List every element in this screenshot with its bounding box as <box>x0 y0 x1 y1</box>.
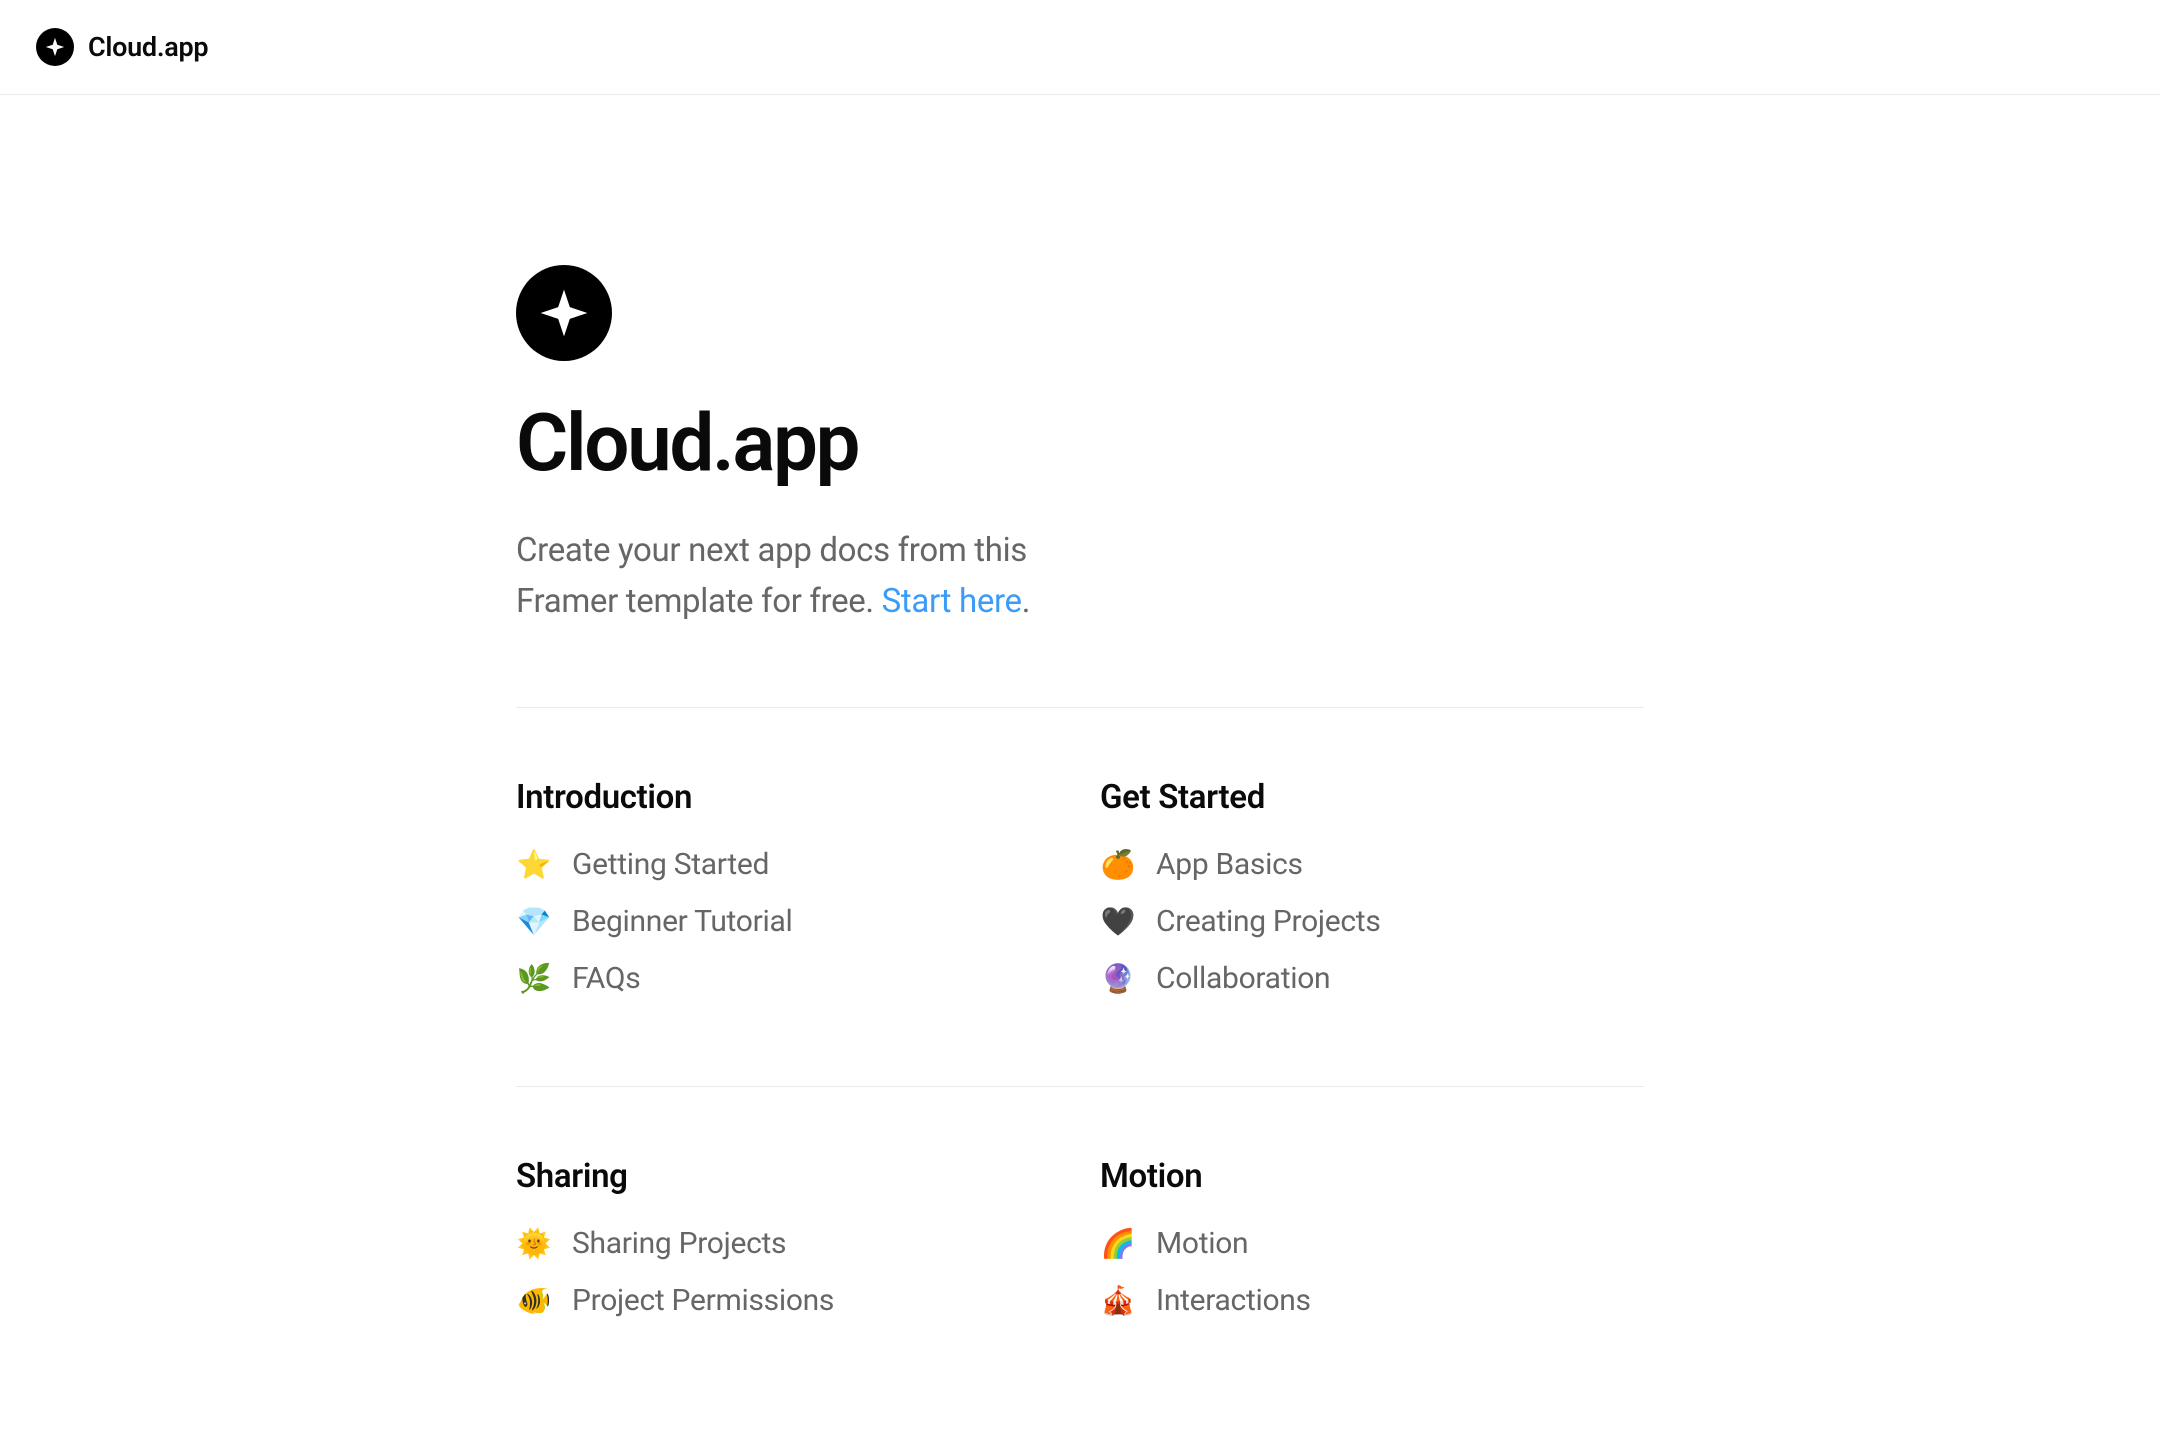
link-label: Project Permissions <box>572 1283 834 1318</box>
link-creating-projects[interactable]: 🖤 Creating Projects <box>1100 904 1644 939</box>
hero-subtitle: Create your next app docs from this Fram… <box>516 525 1076 627</box>
link-label: Motion <box>1156 1226 1248 1261</box>
link-label: Creating Projects <box>1156 904 1381 939</box>
page-title: Cloud.app <box>516 403 1644 483</box>
section-links: 🍊 App Basics 🖤 Creating Projects 🔮 Colla… <box>1100 847 1644 996</box>
section-introduction: Introduction ⭐ Getting Started 💎 Beginne… <box>516 778 1060 996</box>
hero-subtitle-suffix: . <box>1022 582 1030 621</box>
section-get-started: Get Started 🍊 App Basics 🖤 Creating Proj… <box>1100 778 1644 996</box>
link-app-basics[interactable]: 🍊 App Basics <box>1100 847 1644 882</box>
section-title: Motion <box>1100 1157 1644 1196</box>
link-label: Getting Started <box>572 847 769 882</box>
divider <box>516 1086 1644 1087</box>
section-links: 🌞 Sharing Projects 🐠 Project Permissions <box>516 1226 1060 1318</box>
hero-sparkle-icon <box>516 265 612 361</box>
link-label: Collaboration <box>1156 961 1330 996</box>
link-label: Sharing Projects <box>572 1226 786 1261</box>
tangerine-icon: 🍊 <box>1100 848 1136 881</box>
section-sharing: Sharing 🌞 Sharing Projects 🐠 Project Per… <box>516 1157 1060 1318</box>
link-label: FAQs <box>572 961 640 996</box>
sparkle-icon <box>36 28 74 66</box>
section-title: Get Started <box>1100 778 1644 817</box>
sections-grid: Introduction ⭐ Getting Started 💎 Beginne… <box>516 778 1644 1388</box>
crystal-ball-icon: 🔮 <box>1100 962 1136 995</box>
link-faqs[interactable]: 🌿 FAQs <box>516 961 1060 996</box>
section-motion: Motion 🌈 Motion 🎪 Interactions <box>1100 1157 1644 1318</box>
section-links: ⭐ Getting Started 💎 Beginner Tutorial 🌿 … <box>516 847 1060 996</box>
header-logo-link[interactable]: Cloud.app <box>36 28 208 66</box>
section-title: Sharing <box>516 1157 1060 1196</box>
herb-icon: 🌿 <box>516 962 552 995</box>
link-label: App Basics <box>1156 847 1303 882</box>
rainbow-icon: 🌈 <box>1100 1227 1136 1260</box>
tropical-fish-icon: 🐠 <box>516 1284 552 1317</box>
main-content: Cloud.app Create your next app docs from… <box>480 95 1680 1388</box>
link-label: Beginner Tutorial <box>572 904 792 939</box>
link-project-permissions[interactable]: 🐠 Project Permissions <box>516 1283 1060 1318</box>
black-heart-icon: 🖤 <box>1100 905 1136 938</box>
section-title: Introduction <box>516 778 1060 817</box>
header: Cloud.app <box>0 0 2160 95</box>
section-links: 🌈 Motion 🎪 Interactions <box>1100 1226 1644 1318</box>
link-collaboration[interactable]: 🔮 Collaboration <box>1100 961 1644 996</box>
link-motion[interactable]: 🌈 Motion <box>1100 1226 1644 1261</box>
header-brand-text: Cloud.app <box>88 31 208 63</box>
sun-face-icon: 🌞 <box>516 1227 552 1260</box>
circus-tent-icon: 🎪 <box>1100 1284 1136 1317</box>
link-beginner-tutorial[interactable]: 💎 Beginner Tutorial <box>516 904 1060 939</box>
link-label: Interactions <box>1156 1283 1311 1318</box>
gem-icon: 💎 <box>516 905 552 938</box>
link-sharing-projects[interactable]: 🌞 Sharing Projects <box>516 1226 1060 1261</box>
start-here-link[interactable]: Start here <box>882 582 1022 621</box>
link-getting-started[interactable]: ⭐ Getting Started <box>516 847 1060 882</box>
link-interactions[interactable]: 🎪 Interactions <box>1100 1283 1644 1318</box>
star-icon: ⭐ <box>516 848 552 881</box>
divider <box>516 707 1644 708</box>
